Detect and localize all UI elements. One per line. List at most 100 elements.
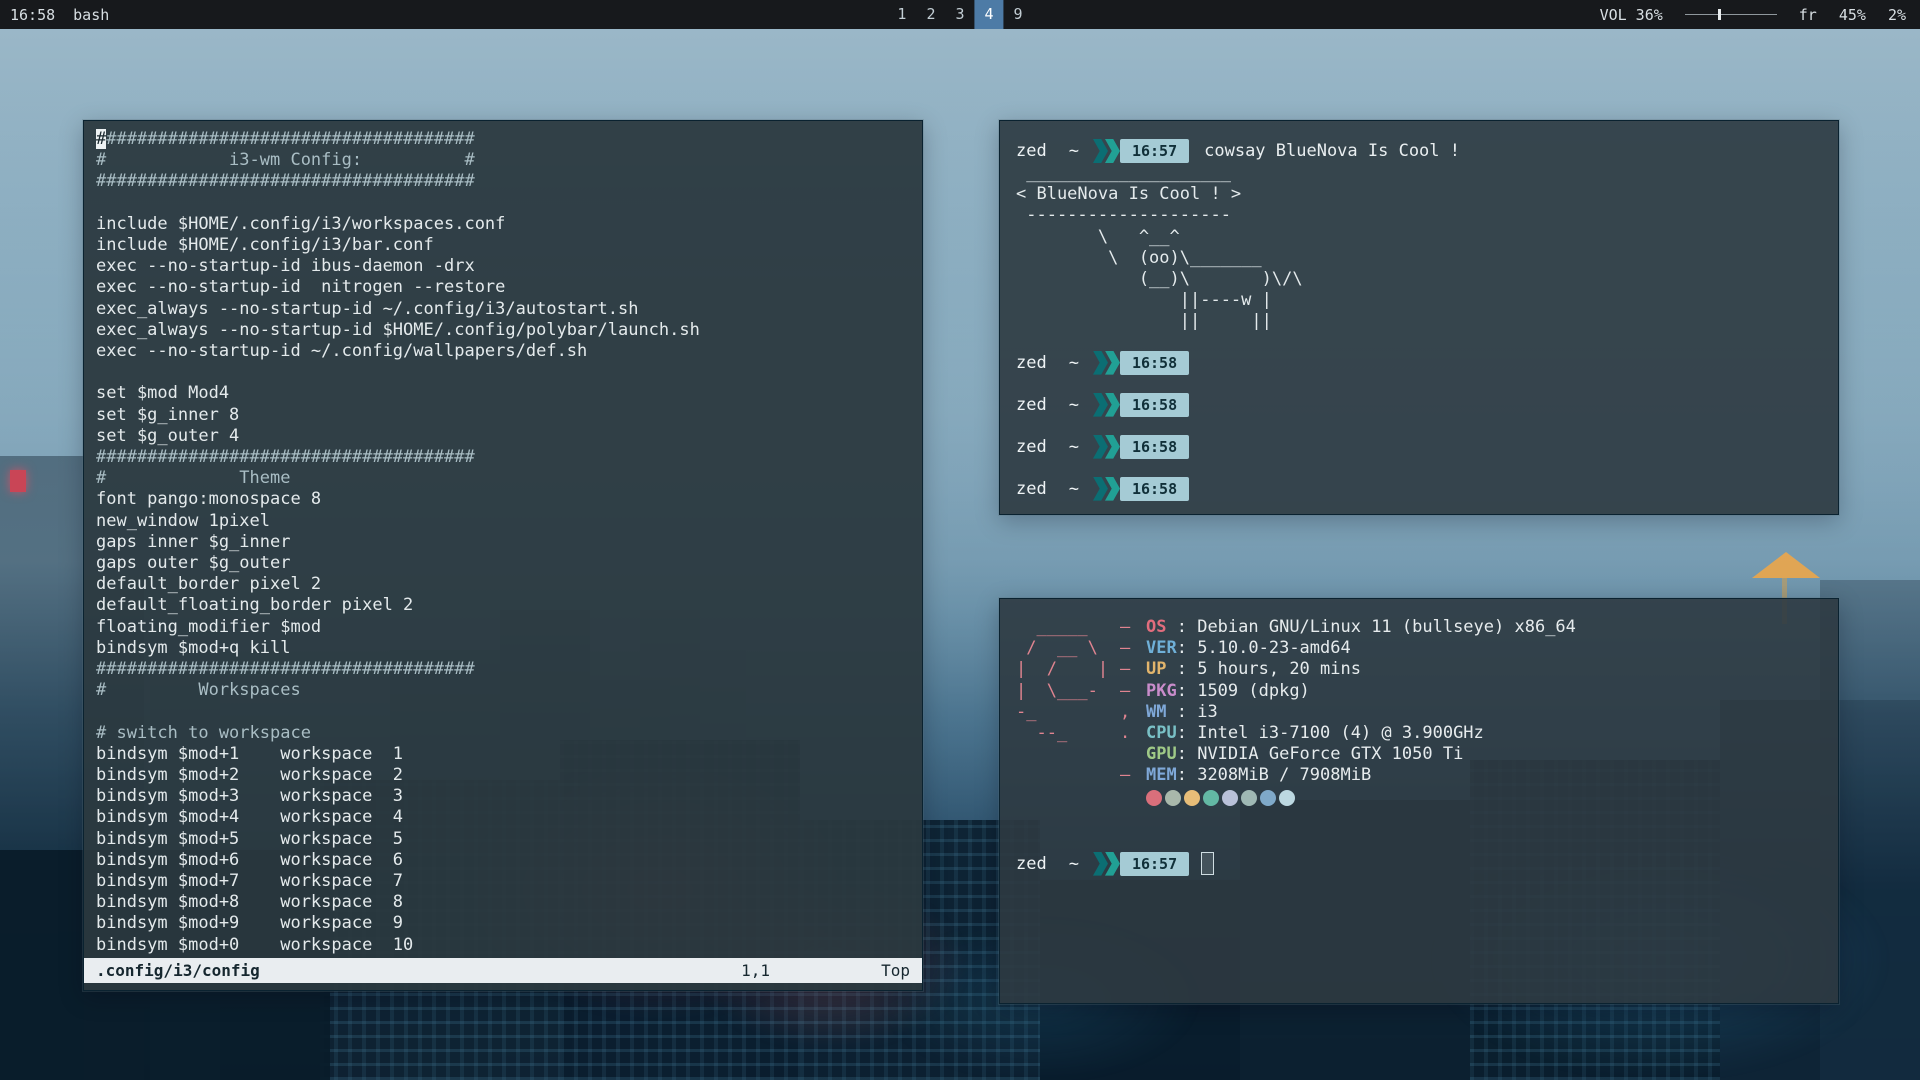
vim-line: ##################################### — [96, 129, 910, 150]
building-sign-light — [10, 470, 26, 492]
top-bar: 16:58 bash 12349 VOL 36% fr 45% 2% — [0, 0, 1920, 29]
prompt-time: 16:58 — [1120, 477, 1189, 501]
fetch-info: —OS : Debian GNU/Linux 11 (bullseye) x86… — [1120, 617, 1576, 787]
vim-line: bindsym $mod+6 workspace 6 — [96, 850, 910, 871]
fetch-info-row: GPU: NVIDIA GeForce GTX 1050 Ti — [1120, 744, 1576, 765]
vim-line: default_floating_border pixel 2 — [96, 595, 910, 616]
shell-prompt: zed~16:57 — [1016, 852, 1822, 876]
fetch-info-value: Debian GNU/Linux 11 (bullseye) x86_64 — [1197, 617, 1576, 637]
vim-line: gaps inner $g_inner — [96, 532, 910, 553]
workspace-list: 12349 — [887, 0, 1032, 29]
vim-line: default_border pixel 2 — [96, 574, 910, 595]
workspace-button[interactable]: 1 — [887, 0, 916, 29]
fetch-info-label: UP — [1146, 659, 1177, 679]
vim-cursor-position: 1,1 — [741, 961, 770, 980]
shell-prompt: zed~16:58 — [1016, 351, 1822, 375]
prompt-directory: ~ — [1069, 437, 1079, 457]
fetch-info-label: WM — [1146, 702, 1177, 722]
fetch-info-separator: : — [1177, 765, 1197, 785]
cowsay-terminal-content[interactable]: zed~16:57cowsay BlueNova Is Cool ! _____… — [1000, 121, 1838, 519]
vim-line: ##################################### — [96, 447, 910, 468]
fetch-info-row: —UP : 5 hours, 20 mins — [1120, 659, 1576, 680]
volume-slider-handle[interactable] — [1718, 9, 1721, 20]
keyboard-layout: fr — [1799, 6, 1817, 24]
crane-icon — [1752, 552, 1820, 578]
fetch-art-fragment: . — [1120, 723, 1146, 744]
vim-line — [96, 193, 910, 214]
vim-line: font pango:monospace 8 — [96, 489, 910, 510]
fetch-info-separator: : — [1177, 723, 1197, 743]
vim-line — [96, 701, 910, 722]
shell-prompt: zed ~16:58 — [1016, 393, 1822, 417]
vim-line: exec --no-startup-id ~/.config/wallpaper… — [96, 341, 910, 362]
palette-dot — [1165, 790, 1181, 806]
vim-line: exec_always --no-startup-id ~/.config/i3… — [96, 299, 910, 320]
fetch-info-row: —MEM: 3208MiB / 7908MiB — [1120, 765, 1576, 786]
workspace-button[interactable]: 2 — [916, 0, 945, 29]
fetch-info-value: i3 — [1197, 702, 1217, 722]
cowsay-terminal-window[interactable]: zed~16:57cowsay BlueNova Is Cool ! _____… — [999, 120, 1839, 515]
vim-buffer[interactable]: ###################################### i… — [84, 121, 922, 956]
vim-line: bindsym $mod+5 workspace 5 — [96, 829, 910, 850]
prompt-user: zed — [1016, 437, 1047, 457]
fetch-info-label: GPU — [1146, 744, 1177, 764]
fetch-prompt-anchor: zed~16:57 — [1016, 852, 1822, 876]
vim-statusline: .config/i3/config 1,1 Top — [84, 958, 922, 983]
vim-line: bindsym $mod+3 workspace 3 — [96, 786, 910, 807]
vim-line: bindsym $mod+q kill — [96, 638, 910, 659]
fetch-art-fragment: — — [1120, 681, 1146, 702]
volume-slider[interactable] — [1685, 0, 1777, 29]
fetch-info-separator: : — [1177, 659, 1197, 679]
fetch-art-fragment: — — [1120, 638, 1146, 659]
vim-line: exec --no-startup-id nitrogen --restore — [96, 277, 910, 298]
palette-dot — [1279, 790, 1295, 806]
typed-command: cowsay BlueNova Is Cool ! — [1204, 141, 1460, 161]
vim-scroll-indicator: Top — [770, 961, 910, 980]
bar-clock: 16:58 — [10, 6, 55, 24]
prompt-user: zed — [1016, 141, 1047, 161]
fetch-art-fragment: — — [1120, 617, 1146, 638]
fetch-art-fragment: — — [1120, 765, 1146, 786]
fetch-art-fragment: , — [1120, 702, 1146, 723]
prompt-time: 16:58 — [1120, 393, 1189, 417]
palette-dot — [1222, 790, 1238, 806]
vim-line: bindsym $mod+7 workspace 7 — [96, 871, 910, 892]
fetch-info-row: —PKG: 1509 (dpkg) — [1120, 681, 1576, 702]
fetch-art-fragment: — — [1120, 659, 1146, 680]
vim-line: bindsym $mod+9 workspace 9 — [96, 913, 910, 934]
vim-line: exec_always --no-startup-id $HOME/.confi… — [96, 320, 910, 341]
fetch-info-separator: : — [1177, 702, 1197, 722]
prompt-chevron-icon — [1093, 393, 1108, 417]
bar-right-section: VOL 36% fr 45% 2% — [1600, 0, 1920, 29]
prompt-user: zed — [1016, 479, 1047, 499]
vim-terminal-window[interactable]: ###################################### i… — [83, 120, 923, 991]
prompt-user: zed — [1016, 395, 1047, 415]
vim-line: # i3-wm Config: # — [96, 150, 910, 171]
vim-line — [96, 362, 910, 383]
workspace-button[interactable]: 4 — [975, 0, 1004, 29]
fetch-terminal-content[interactable]: _____ / __ \ | / | | \___- -_ --_ —OS : … — [1000, 599, 1838, 894]
fetch-info-label: PKG — [1146, 681, 1177, 701]
terminal-output: ____________________ < BlueNova Is Cool … — [1016, 163, 1822, 333]
workspace-button[interactable]: 3 — [945, 0, 974, 29]
fetch-terminal-window[interactable]: _____ / __ \ | / | | \___- -_ --_ —OS : … — [999, 598, 1839, 1004]
vim-line: floating_modifier $mod — [96, 617, 910, 638]
terminal-cursor — [1201, 852, 1214, 875]
fetch-info-label: CPU — [1146, 723, 1177, 743]
fetch-info-value: 3208MiB / 7908MiB — [1197, 765, 1371, 785]
palette-dot — [1203, 790, 1219, 806]
fetch-info-separator: : — [1177, 744, 1197, 764]
distro-ascii-art: _____ / __ \ | / | | \___- -_ --_ — [1016, 617, 1120, 787]
fetch-info-separator: : — [1177, 681, 1197, 701]
fetch-info-row: .CPU: Intel i3-7100 (4) @ 3.900GHz — [1120, 723, 1576, 744]
workspace-button[interactable]: 9 — [1004, 0, 1033, 29]
vim-line: include $HOME/.config/i3/bar.conf — [96, 235, 910, 256]
fetch-block: _____ / __ \ | / | | \___- -_ --_ —OS : … — [1016, 617, 1822, 787]
vim-line: # Theme — [96, 468, 910, 489]
prompt-directory: ~ — [1069, 395, 1079, 415]
prompt-chevron-icon — [1093, 435, 1108, 459]
palette-dot — [1260, 790, 1276, 806]
fetch-info-value: 5 hours, 20 mins — [1197, 659, 1361, 679]
vim-line: include $HOME/.config/i3/workspaces.conf — [96, 214, 910, 235]
prompt-user: zed — [1016, 353, 1047, 373]
